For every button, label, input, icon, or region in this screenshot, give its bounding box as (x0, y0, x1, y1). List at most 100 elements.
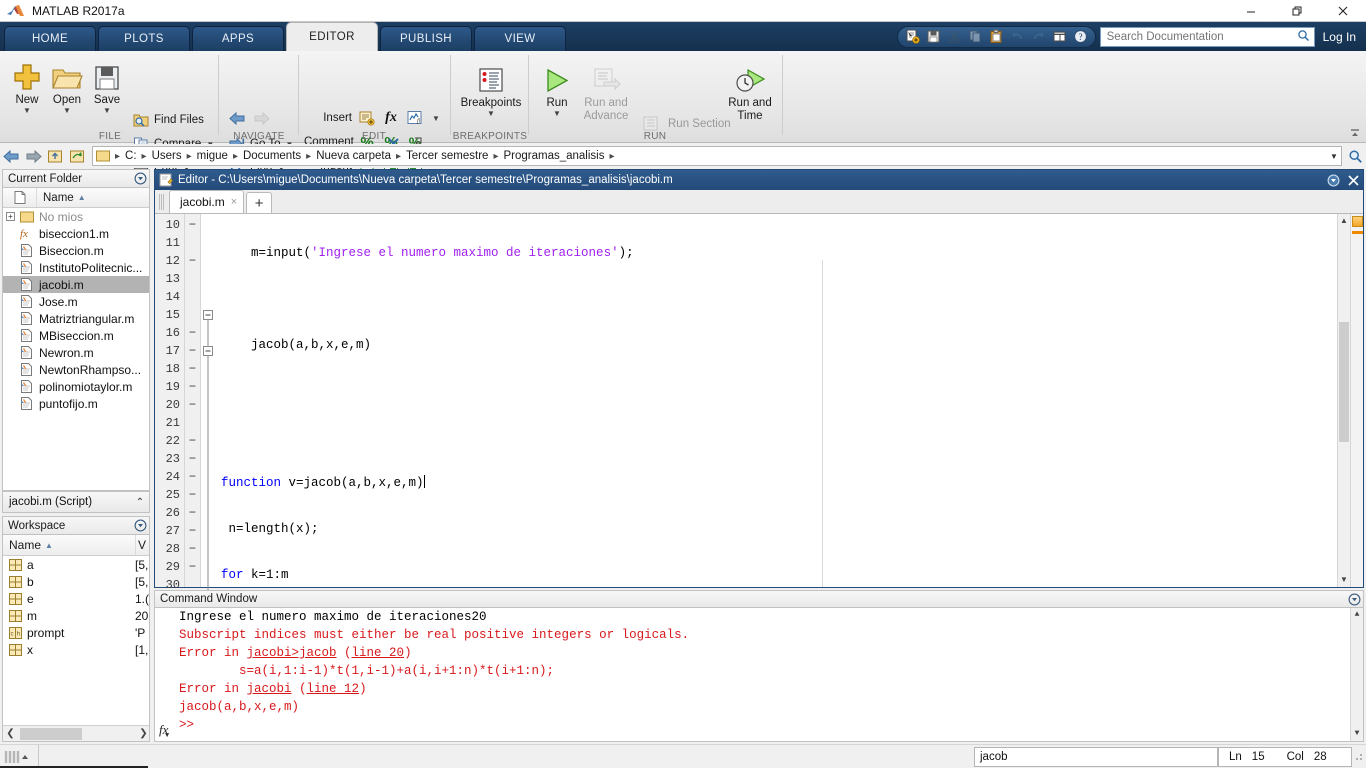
resize-grip[interactable] (1352, 750, 1366, 764)
error-link-line[interactable]: line 12 (307, 682, 360, 696)
list-item-jacobi[interactable]: jacobi.m (3, 276, 149, 293)
back-arrow-icon[interactable] (0, 145, 22, 167)
tab-editor[interactable]: EDITOR (286, 22, 378, 51)
browse-folder-icon[interactable] (66, 145, 88, 167)
tab-drag-handle[interactable] (158, 192, 167, 212)
list-item-newtonrhampson[interactable]: NewtonRhampso... (3, 361, 149, 378)
cmd-prompt-line[interactable]: >> (155, 716, 1363, 734)
new-caret-icon[interactable]: ▼ (6, 106, 48, 115)
workspace-body[interactable]: Name ▲ V a [5, b [5, e 1.(m 20 c h prom… (2, 535, 150, 742)
documentation-search[interactable] (1099, 26, 1315, 47)
workspace-rows[interactable]: a [5, b [5, e 1.(m 20 c h prompt 'P x [… (3, 556, 149, 658)
breadcrumb-item-5[interactable]: Tercer semestre (404, 150, 490, 162)
workspace-value-column[interactable]: V (135, 535, 149, 555)
new-button[interactable]: New ▼ (6, 58, 48, 115)
ribbon-collapse-icon[interactable] (1348, 126, 1362, 140)
editor-panel-menu-icon[interactable] (1323, 171, 1343, 189)
table-row[interactable]: b [5, (3, 573, 149, 590)
help-icon[interactable]: ? (1070, 27, 1091, 46)
scroll-down-icon[interactable]: ▼ (1351, 727, 1363, 741)
scroll-thumb[interactable] (20, 727, 82, 740)
save-button[interactable]: Save ▼ (86, 58, 128, 115)
list-item-folder[interactable]: + No mios (3, 208, 149, 225)
up-folder-icon[interactable] (44, 145, 66, 167)
list-item-biseccion1[interactable]: fx biseccion1.m (3, 225, 149, 242)
scroll-up-icon[interactable]: ▲ (1351, 608, 1363, 622)
minimize-button[interactable] (1228, 0, 1274, 22)
current-folder-body[interactable]: Name ▲ + No mios fx biseccion1.m Bisecci… (2, 188, 150, 491)
busy-indicator[interactable] (0, 746, 34, 768)
address-search-icon[interactable] (1344, 145, 1366, 167)
list-item-polinomiotaylor[interactable]: polinomiotaylor.m (3, 378, 149, 395)
insert-plot-icon[interactable]: fi (406, 109, 424, 127)
fx-caret-icon[interactable]: ▼ (165, 732, 169, 740)
find-files-button[interactable]: Find Files (132, 109, 204, 131)
list-item-newron[interactable]: Newron.m (3, 344, 149, 361)
file-details-strip[interactable]: jacobi.m (Script) ⌃ (2, 491, 150, 513)
table-row[interactable]: c h prompt 'P (3, 624, 149, 641)
editor-vertical-scrollbar[interactable]: ▲ ▼ (1337, 214, 1350, 587)
expand-icon[interactable]: + (6, 212, 15, 221)
nav-forward-icon[interactable] (252, 109, 270, 127)
table-row[interactable]: e 1.( (3, 590, 149, 607)
table-row[interactable]: x [1, (3, 641, 149, 658)
undo-icon[interactable] (1007, 27, 1028, 46)
open-caret-icon[interactable]: ▼ (46, 106, 88, 115)
scroll-left-icon[interactable]: ❮ (3, 728, 18, 739)
code-text[interactable]: m=input('Ingrese el numero maximo de ite… (215, 214, 1363, 720)
breadcrumb-dropdown-icon[interactable]: ▼ (1327, 152, 1341, 161)
error-link-function[interactable]: jacobi (247, 682, 292, 696)
code-fol2ding-gutter[interactable] (201, 214, 215, 591)
breadcrumb-item-1[interactable]: Users (150, 150, 184, 162)
login-button[interactable]: Log In (1323, 30, 1356, 44)
editor-code-area[interactable]: 10 11 12 13 14 15 16 17 18 19 20 21 22 2… (155, 214, 1363, 720)
status-function-field[interactable]: jacob (974, 746, 1218, 767)
paste-icon[interactable] (986, 27, 1007, 46)
breadcrumb-item-3[interactable]: Documents (241, 150, 303, 162)
table-row[interactable]: m 20 (3, 607, 149, 624)
list-item-biseccion[interactable]: Biseccion.m (3, 242, 149, 259)
workspace-horizontal-scrollbar[interactable]: ❮ ❯ (3, 725, 149, 741)
scroll-right-icon[interactable]: ❯ (136, 728, 149, 739)
command-window-output[interactable]: Ingrese el numero maximo de iteraciones2… (154, 608, 1364, 742)
run-caret-icon[interactable]: ▼ (536, 109, 578, 118)
copy-icon[interactable] (965, 27, 986, 46)
scroll-up-icon[interactable]: ▲ (1338, 214, 1350, 228)
tab-home[interactable]: HOME (4, 26, 96, 51)
scroll-down-icon[interactable]: ▼ (1338, 573, 1350, 587)
breakpoint-gutter[interactable]: − − − − − − − − − − − − − − − (185, 214, 201, 587)
panel-menu-icon[interactable] (1345, 593, 1363, 606)
insert-caret-icon[interactable]: ▼ (432, 114, 440, 123)
panel-menu-icon[interactable] (131, 170, 149, 188)
save-caret-icon[interactable]: ▼ (86, 106, 128, 115)
nav-back-icon[interactable] (228, 109, 246, 127)
command-window-scrollbar[interactable]: ▲ ▼ (1350, 608, 1363, 741)
fx-function-icon[interactable]: fx (382, 109, 400, 127)
error-link-function[interactable]: jacobi>jacob (247, 646, 337, 660)
workspace-name-column[interactable]: Name ▲ (3, 538, 135, 552)
panel-menu-icon[interactable] (131, 517, 149, 535)
insert-button[interactable]: Insert fx fi ▼ (304, 107, 440, 129)
redo-icon[interactable] (1028, 27, 1049, 46)
editor-close-icon[interactable] (1343, 171, 1363, 189)
chevron-up-icon[interactable]: ⌃ (131, 497, 149, 508)
breadcrumb-item-4[interactable]: Nueva carpeta (314, 150, 393, 162)
run-and-time-button[interactable]: Run and Time (726, 61, 774, 122)
cut-icon[interactable] (944, 27, 965, 46)
tab-jacobi-m[interactable]: jacobi.m × (169, 190, 245, 213)
scroll-thumb[interactable] (1339, 322, 1349, 442)
list-item-institutopolitecnico[interactable]: InstitutoPolitecnic... (3, 259, 149, 276)
search-input[interactable] (1104, 29, 1297, 44)
restore-button[interactable] (1274, 0, 1320, 22)
table-row[interactable]: a [5, (3, 556, 149, 573)
editor-split-handle[interactable] (1350, 194, 1363, 204)
run-and-advance-button[interactable]: Run and Advance (580, 61, 632, 122)
tab-view[interactable]: VIEW (474, 26, 566, 51)
list-item-mbiseccion[interactable]: MBiseccion.m (3, 327, 149, 344)
forward-arrow-icon[interactable] (22, 145, 44, 167)
tab-publish[interactable]: PUBLISH (380, 26, 472, 51)
tab-close-icon[interactable]: × (231, 196, 237, 208)
breadcrumb[interactable]: ▸ C: ▸ Users ▸ migue ▸ Documents ▸ Nueva… (92, 146, 1342, 166)
new-script-icon[interactable] (902, 27, 923, 46)
list-item-jose[interactable]: Jose.m (3, 293, 149, 310)
